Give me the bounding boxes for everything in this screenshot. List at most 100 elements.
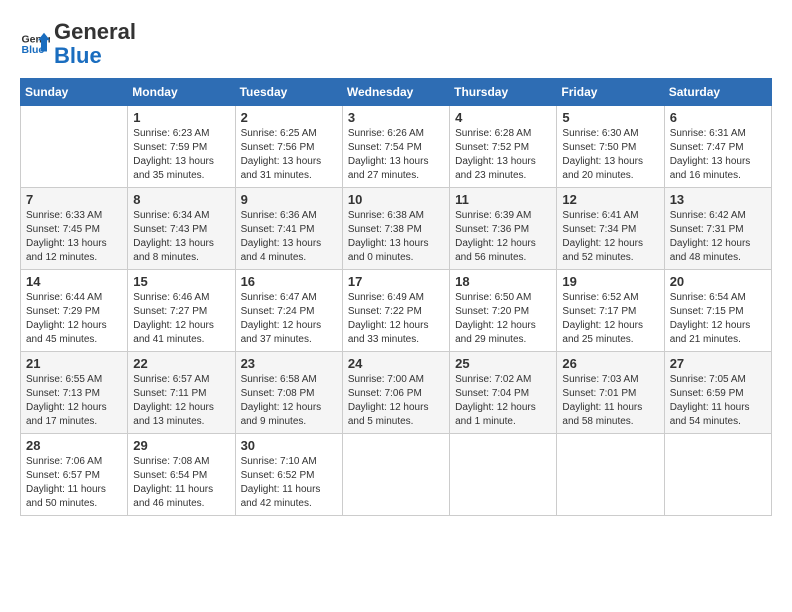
calendar-day-cell: 26Sunrise: 7:03 AM Sunset: 7:01 PM Dayli… [557,352,664,434]
day-info: Sunrise: 6:33 AM Sunset: 7:45 PM Dayligh… [26,209,122,265]
weekday-header: Monday [128,79,235,106]
day-number: 4 [455,110,551,125]
calendar-day-cell: 25Sunrise: 7:02 AM Sunset: 7:04 PM Dayli… [450,352,557,434]
calendar-day-cell: 13 Sunrise: 6:42 AM Sunset: 7:31 PM Dayli… [664,188,771,270]
day-info: Sunrise: 6:39 AM Sunset: 7:36 PM Dayligh… [455,209,551,265]
day-info: Sunrise: 7:02 AM Sunset: 7:04 PM Dayligh… [455,373,551,429]
calendar-day-cell [342,434,449,516]
calendar-table: SundayMondayTuesdayWednesdayThursdayFrid… [20,78,772,516]
calendar-day-cell: 6 Sunrise: 6:31 AM Sunset: 7:47 PM Daylig… [664,106,771,188]
day-number: 24 [348,356,444,371]
calendar-day-cell: 5 Sunrise: 6:30 AM Sunset: 7:50 PM Daylig… [557,106,664,188]
weekday-header: Thursday [450,79,557,106]
calendar-day-cell: 19 Sunrise: 6:52 AM Sunset: 7:17 PM Dayli… [557,270,664,352]
calendar-day-cell: 2 Sunrise: 6:25 AM Sunset: 7:56 PM Daylig… [235,106,342,188]
day-info: Sunrise: 7:08 AM Sunset: 6:54 PM Dayligh… [133,455,229,511]
day-info: Sunrise: 6:50 AM Sunset: 7:20 PM Dayligh… [455,291,551,347]
calendar-week-row: 1 Sunrise: 6:23 AM Sunset: 7:59 PM Daylig… [21,106,772,188]
day-number: 19 [562,274,658,289]
day-info: Sunrise: 6:55 AM Sunset: 7:13 PM Dayligh… [26,373,122,429]
calendar-day-cell: 28 Sunrise: 7:06 AM Sunset: 6:57 PM Dayli… [21,434,128,516]
calendar-day-cell: 30Sunrise: 7:10 AM Sunset: 6:52 PM Dayli… [235,434,342,516]
calendar-day-cell: 11 Sunrise: 6:39 AM Sunset: 7:36 PM Dayli… [450,188,557,270]
calendar-day-cell: 3 Sunrise: 6:26 AM Sunset: 7:54 PM Daylig… [342,106,449,188]
day-number: 12 [562,192,658,207]
calendar-day-cell: 23 Sunrise: 6:58 AM Sunset: 7:08 PM Dayli… [235,352,342,434]
day-info: Sunrise: 6:25 AM Sunset: 7:56 PM Dayligh… [241,127,337,183]
day-number: 1 [133,110,229,125]
day-number: 15 [133,274,229,289]
day-info: Sunrise: 6:57 AM Sunset: 7:11 PM Dayligh… [133,373,229,429]
calendar-week-row: 28 Sunrise: 7:06 AM Sunset: 6:57 PM Dayli… [21,434,772,516]
day-info: Sunrise: 7:00 AM Sunset: 7:06 PM Dayligh… [348,373,444,429]
day-number: 11 [455,192,551,207]
calendar-day-cell: 1 Sunrise: 6:23 AM Sunset: 7:59 PM Daylig… [128,106,235,188]
day-number: 17 [348,274,444,289]
weekday-header: Saturday [664,79,771,106]
day-number: 2 [241,110,337,125]
day-number: 27 [670,356,766,371]
calendar-day-cell: 15 Sunrise: 6:46 AM Sunset: 7:27 PM Dayli… [128,270,235,352]
logo-text: GeneralBlue [54,20,136,68]
day-number: 28 [26,438,122,453]
day-info: Sunrise: 7:05 AM Sunset: 6:59 PM Dayligh… [670,373,766,429]
day-info: Sunrise: 6:58 AM Sunset: 7:08 PM Dayligh… [241,373,337,429]
day-info: Sunrise: 6:31 AM Sunset: 7:47 PM Dayligh… [670,127,766,183]
logo-icon: General Blue [20,29,50,59]
day-info: Sunrise: 6:38 AM Sunset: 7:38 PM Dayligh… [348,209,444,265]
day-info: Sunrise: 6:34 AM Sunset: 7:43 PM Dayligh… [133,209,229,265]
day-info: Sunrise: 6:23 AM Sunset: 7:59 PM Dayligh… [133,127,229,183]
day-number: 20 [670,274,766,289]
calendar-day-cell [450,434,557,516]
calendar-day-cell: 7 Sunrise: 6:33 AM Sunset: 7:45 PM Daylig… [21,188,128,270]
calendar-day-cell: 29Sunrise: 7:08 AM Sunset: 6:54 PM Dayli… [128,434,235,516]
day-info: Sunrise: 7:03 AM Sunset: 7:01 PM Dayligh… [562,373,658,429]
calendar-day-cell: 21Sunrise: 6:55 AM Sunset: 7:13 PM Dayli… [21,352,128,434]
weekday-header: Friday [557,79,664,106]
day-number: 16 [241,274,337,289]
day-number: 6 [670,110,766,125]
day-info: Sunrise: 6:36 AM Sunset: 7:41 PM Dayligh… [241,209,337,265]
weekday-header: Wednesday [342,79,449,106]
day-info: Sunrise: 6:54 AM Sunset: 7:15 PM Dayligh… [670,291,766,347]
calendar-day-cell: 17 Sunrise: 6:49 AM Sunset: 7:22 PM Dayli… [342,270,449,352]
day-info: Sunrise: 6:49 AM Sunset: 7:22 PM Dayligh… [348,291,444,347]
day-info: Sunrise: 7:06 AM Sunset: 6:57 PM Dayligh… [26,455,122,511]
page-header: General Blue GeneralBlue [20,20,772,68]
calendar-day-cell: 10 Sunrise: 6:38 AM Sunset: 7:38 PM Dayli… [342,188,449,270]
calendar-day-cell: 24 Sunrise: 7:00 AM Sunset: 7:06 PM Dayli… [342,352,449,434]
logo: General Blue GeneralBlue [20,20,136,68]
day-info: Sunrise: 6:26 AM Sunset: 7:54 PM Dayligh… [348,127,444,183]
calendar-week-row: 21Sunrise: 6:55 AM Sunset: 7:13 PM Dayli… [21,352,772,434]
calendar-day-cell: 9 Sunrise: 6:36 AM Sunset: 7:41 PM Daylig… [235,188,342,270]
calendar-day-cell: 8 Sunrise: 6:34 AM Sunset: 7:43 PM Daylig… [128,188,235,270]
day-number: 8 [133,192,229,207]
day-number: 7 [26,192,122,207]
day-number: 23 [241,356,337,371]
calendar-day-cell [21,106,128,188]
calendar-day-cell: 22 Sunrise: 6:57 AM Sunset: 7:11 PM Dayli… [128,352,235,434]
calendar-week-row: 14Sunrise: 6:44 AM Sunset: 7:29 PM Dayli… [21,270,772,352]
day-info: Sunrise: 6:42 AM Sunset: 7:31 PM Dayligh… [670,209,766,265]
day-info: Sunrise: 6:28 AM Sunset: 7:52 PM Dayligh… [455,127,551,183]
calendar-day-cell [664,434,771,516]
day-number: 3 [348,110,444,125]
day-number: 5 [562,110,658,125]
day-number: 13 [670,192,766,207]
calendar-day-cell: 27 Sunrise: 7:05 AM Sunset: 6:59 PM Dayli… [664,352,771,434]
svg-text:Blue: Blue [22,44,45,56]
calendar-day-cell: 18 Sunrise: 6:50 AM Sunset: 7:20 PM Dayli… [450,270,557,352]
day-number: 18 [455,274,551,289]
calendar-day-cell: 14Sunrise: 6:44 AM Sunset: 7:29 PM Dayli… [21,270,128,352]
day-info: Sunrise: 6:47 AM Sunset: 7:24 PM Dayligh… [241,291,337,347]
day-info: Sunrise: 6:52 AM Sunset: 7:17 PM Dayligh… [562,291,658,347]
calendar-day-cell: 16 Sunrise: 6:47 AM Sunset: 7:24 PM Dayli… [235,270,342,352]
calendar-week-row: 7 Sunrise: 6:33 AM Sunset: 7:45 PM Daylig… [21,188,772,270]
day-number: 10 [348,192,444,207]
weekday-header: Tuesday [235,79,342,106]
day-info: Sunrise: 6:46 AM Sunset: 7:27 PM Dayligh… [133,291,229,347]
day-number: 22 [133,356,229,371]
day-info: Sunrise: 6:30 AM Sunset: 7:50 PM Dayligh… [562,127,658,183]
day-info: Sunrise: 7:10 AM Sunset: 6:52 PM Dayligh… [241,455,337,511]
day-number: 9 [241,192,337,207]
